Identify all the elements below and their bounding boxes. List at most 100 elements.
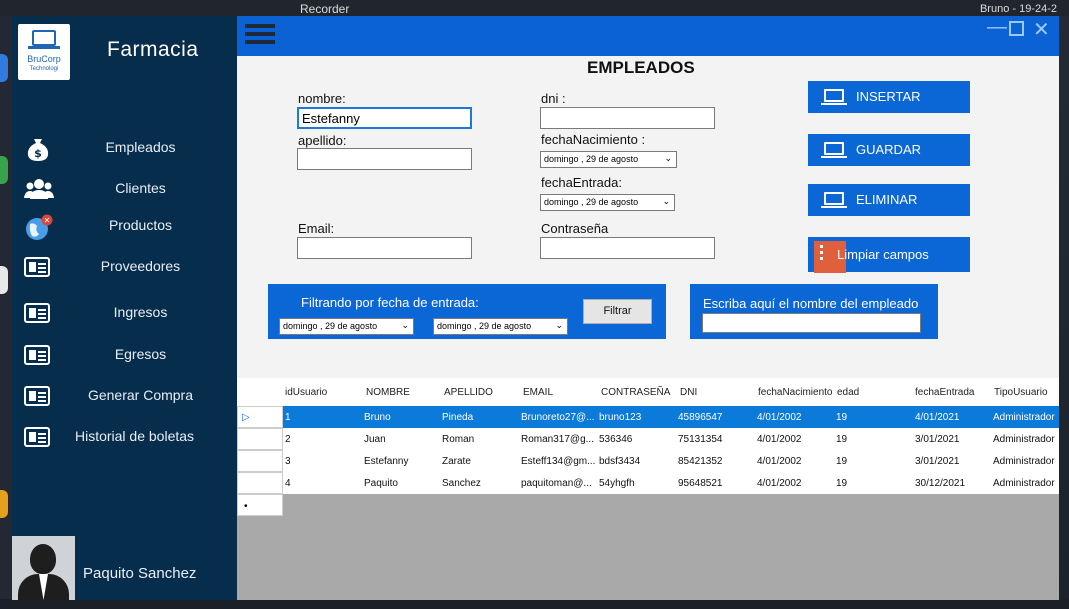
desktop-app-icon[interactable] [0,156,8,184]
sidebar-item-historial-de-boletas[interactable]: Historial de boletas [12,423,237,451]
column-header[interactable]: fechaEntrada [915,387,975,398]
table-cell[interactable]: 19 [836,478,847,489]
table-cell[interactable]: bruno123 [599,412,641,423]
money-bag-icon: $ [24,136,52,161]
new-row-header[interactable]: • [237,494,283,516]
table-cell[interactable]: 45896547 [678,412,723,423]
table-cell[interactable]: paquitoman@... [521,478,592,489]
table-cell[interactable]: Administrador [993,456,1055,467]
table-row[interactable]: 2 Juan Roman Roman317@g... 536346 751313… [237,428,1059,450]
row-header[interactable] [237,428,283,450]
table-cell[interactable]: Sanchez [442,478,481,489]
limpiar-campos-button[interactable]: Limpiar campos [808,237,970,273]
sidebar-item-label: Productos [108,217,173,233]
employee-search-input[interactable] [702,313,921,333]
table-cell[interactable]: Pineda [442,412,473,423]
table-cell[interactable]: 85421352 [678,456,723,467]
table-cell[interactable]: 3/01/2021 [915,456,960,467]
table-cell[interactable]: 4/01/2002 [757,478,802,489]
table-cell[interactable]: 4/01/2021 [915,412,960,423]
table-cell[interactable]: Administrador [993,412,1055,423]
column-header[interactable]: EMAIL [523,387,553,398]
dni-input[interactable] [540,107,715,129]
table-cell[interactable]: Roman [442,434,474,445]
table-cell[interactable]: 19 [836,434,847,445]
app-title: Farmacia [107,38,199,61]
table-cell[interactable]: 54yhgfh [599,478,635,489]
id-card-icon [24,255,52,279]
table-cell[interactable]: Juan [364,434,386,445]
filter-from-date-picker[interactable]: domingo , 29 de agosto ⌄ [279,318,414,335]
sidebar-item-egresos[interactable]: Egresos [12,341,237,369]
column-header[interactable]: DNI [680,387,697,398]
filter-to-date-picker[interactable]: domingo , 29 de agosto ⌄ [433,318,568,335]
hamburger-menu-icon[interactable] [245,24,275,48]
column-header[interactable]: TipoUsuario [994,387,1048,398]
nombre-input[interactable]: Estefanny [297,107,472,129]
apellido-input[interactable] [297,148,472,170]
table-cell[interactable]: 95648521 [678,478,723,489]
table-cell[interactable]: 4/01/2002 [757,412,802,423]
current-row-pointer-icon: ▷ [242,412,250,423]
id-card-icon [24,384,52,408]
table-cell[interactable]: Paquito [364,478,398,489]
fecha-nacimiento-value: domingo , 29 de agosto [544,154,639,164]
table-cell[interactable]: 19 [836,412,847,423]
close-icon[interactable]: ✕ [1033,17,1050,42]
table-cell[interactable]: 1 [285,412,291,423]
table-cell[interactable]: 19 [836,456,847,467]
table-cell[interactable]: 4 [285,478,291,489]
guardar-button[interactable]: GUARDAR [808,134,970,166]
table-cell[interactable]: 2 [285,434,291,445]
table-cell[interactable]: Administrador [993,478,1055,489]
column-header[interactable]: CONTRASEÑA [601,387,670,398]
table-cell[interactable]: 75131354 [678,434,723,445]
table-cell[interactable]: 3 [285,456,291,467]
table-row[interactable]: ▷ 1 Bruno Pineda Brunoreto27@... bruno12… [237,406,1059,428]
sidebar-item-ingresos[interactable]: Ingresos [12,299,237,327]
table-cell[interactable]: 3/01/2021 [915,434,960,445]
maximize-icon[interactable] [1009,21,1024,36]
desktop-app-icon[interactable] [0,54,8,82]
table-cell[interactable]: Bruno [364,412,391,423]
table-cell[interactable]: Zarate [442,456,471,467]
table-cell[interactable]: Roman317@g... [521,434,594,445]
email-input[interactable] [297,237,472,259]
table-cell[interactable]: Brunoreto27@... [521,412,595,423]
sidebar-item-proveedores[interactable]: Proveedores [12,253,237,281]
sidebar-item-empleados[interactable]: $ Empleados [12,134,237,162]
sidebar-item-label: Generar Compra [87,387,194,403]
sidebar-item-label: Egresos [114,346,167,362]
table-cell[interactable]: bdsf3434 [599,456,640,467]
column-header[interactable]: NOMBRE [366,387,410,398]
top-bar: — ✕ [237,16,1059,56]
table-row[interactable]: 4 Paquito Sanchez paquitoman@... 54yhgfh… [237,472,1059,494]
fecha-entrada-picker[interactable]: domingo , 29 de agosto ⌄ [540,194,675,211]
column-header[interactable]: fechaNacimiento [758,387,832,398]
sidebar-item-clientes[interactable]: Clientes [12,175,237,203]
minimize-icon[interactable]: — [987,16,1007,39]
table-cell[interactable]: 4/01/2002 [757,434,802,445]
table-cell[interactable]: Administrador [993,434,1055,445]
column-header[interactable]: APELLIDO [444,387,493,398]
sidebar-item-generar-compra[interactable]: Generar Compra [12,382,237,410]
table-cell[interactable]: 4/01/2002 [757,456,802,467]
desktop-app-icon[interactable] [0,490,8,518]
desktop-app-icon[interactable] [0,266,8,294]
row-header[interactable] [237,450,283,472]
row-header[interactable]: ▷ [237,406,283,428]
insertar-button[interactable]: INSERTAR [808,81,970,113]
contrasena-input[interactable] [540,237,715,259]
column-header[interactable]: idUsuario [285,387,327,398]
column-header[interactable]: edad [837,387,859,398]
sidebar-item-productos[interactable]: ✕ Productos [12,212,237,240]
table-cell[interactable]: 30/12/2021 [915,478,965,489]
table-row[interactable]: 3 Estefanny Zarate Esteff134@gm... bdsf3… [237,450,1059,472]
filtrar-button[interactable]: Filtrar [583,299,652,324]
row-header[interactable] [237,472,283,494]
table-cell[interactable]: Esteff134@gm... [521,456,595,467]
eliminar-button[interactable]: ELIMINAR [808,184,970,216]
fecha-nacimiento-picker[interactable]: domingo , 29 de agosto ⌄ [540,151,677,168]
table-cell[interactable]: Estefanny [364,456,408,467]
table-cell[interactable]: 536346 [599,434,632,445]
